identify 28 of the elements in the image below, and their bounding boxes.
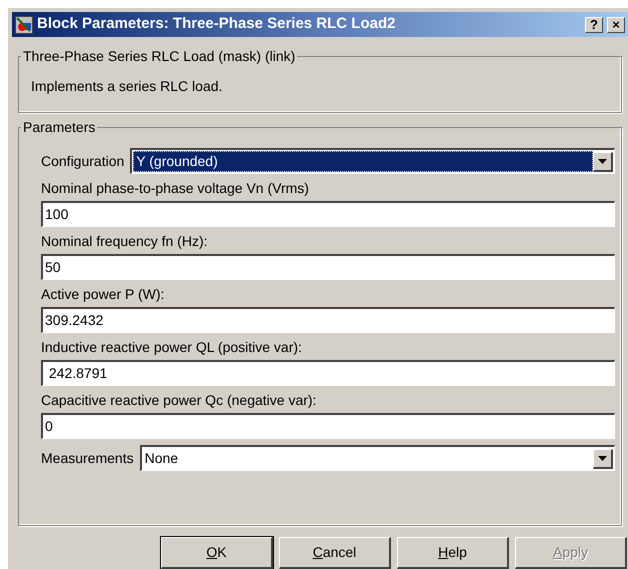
dropdown-arrow-button[interactable]: [593, 152, 613, 172]
field-label: Capacitive reactive power Qc (negative var):: [41, 391, 318, 410]
window-title: Block Parameters: Three-Phase Series RLC Load2: [37, 14, 396, 34]
caret-icon: [598, 456, 607, 460]
dropdown-arrow-button[interactable]: [593, 448, 613, 468]
dialog-button[interactable]: Cancel: [279, 537, 391, 569]
field-label: Active power P (W):: [41, 285, 166, 304]
dialog-button[interactable]: OK: [161, 537, 273, 569]
dropdown-value: None: [144, 449, 180, 468]
dropdown[interactable]: None: [140, 445, 615, 471]
input-field[interactable]: 242.8791: [41, 360, 615, 386]
caret-icon: [598, 158, 607, 164]
field-label: Configuration: [41, 152, 124, 171]
input-field[interactable]: 309.2432: [41, 307, 615, 333]
title-bar-button[interactable]: ?: [585, 16, 603, 32]
app-icon: [15, 16, 33, 34]
dialog-button[interactable]: Help: [397, 537, 509, 569]
field-label: Nominal frequency fn (Hz):: [41, 232, 209, 251]
title-bar-button[interactable]: ×: [607, 16, 625, 32]
dropdown-value: Y (grounded): [133, 151, 593, 172]
field-label: Inductive reactive power QL (positive var):: [41, 338, 303, 357]
field-label: Nominal phase-to-phase voltage Vn (Vrms): [41, 179, 310, 198]
description-text: Implements a series RLC load.: [31, 78, 222, 94]
input-field[interactable]: 50: [41, 254, 615, 280]
field-label: Measurements: [41, 448, 134, 468]
input-field[interactable]: 100: [41, 201, 615, 227]
dropdown[interactable]: Y (grounded): [130, 148, 615, 174]
input-field[interactable]: 0: [41, 413, 615, 439]
